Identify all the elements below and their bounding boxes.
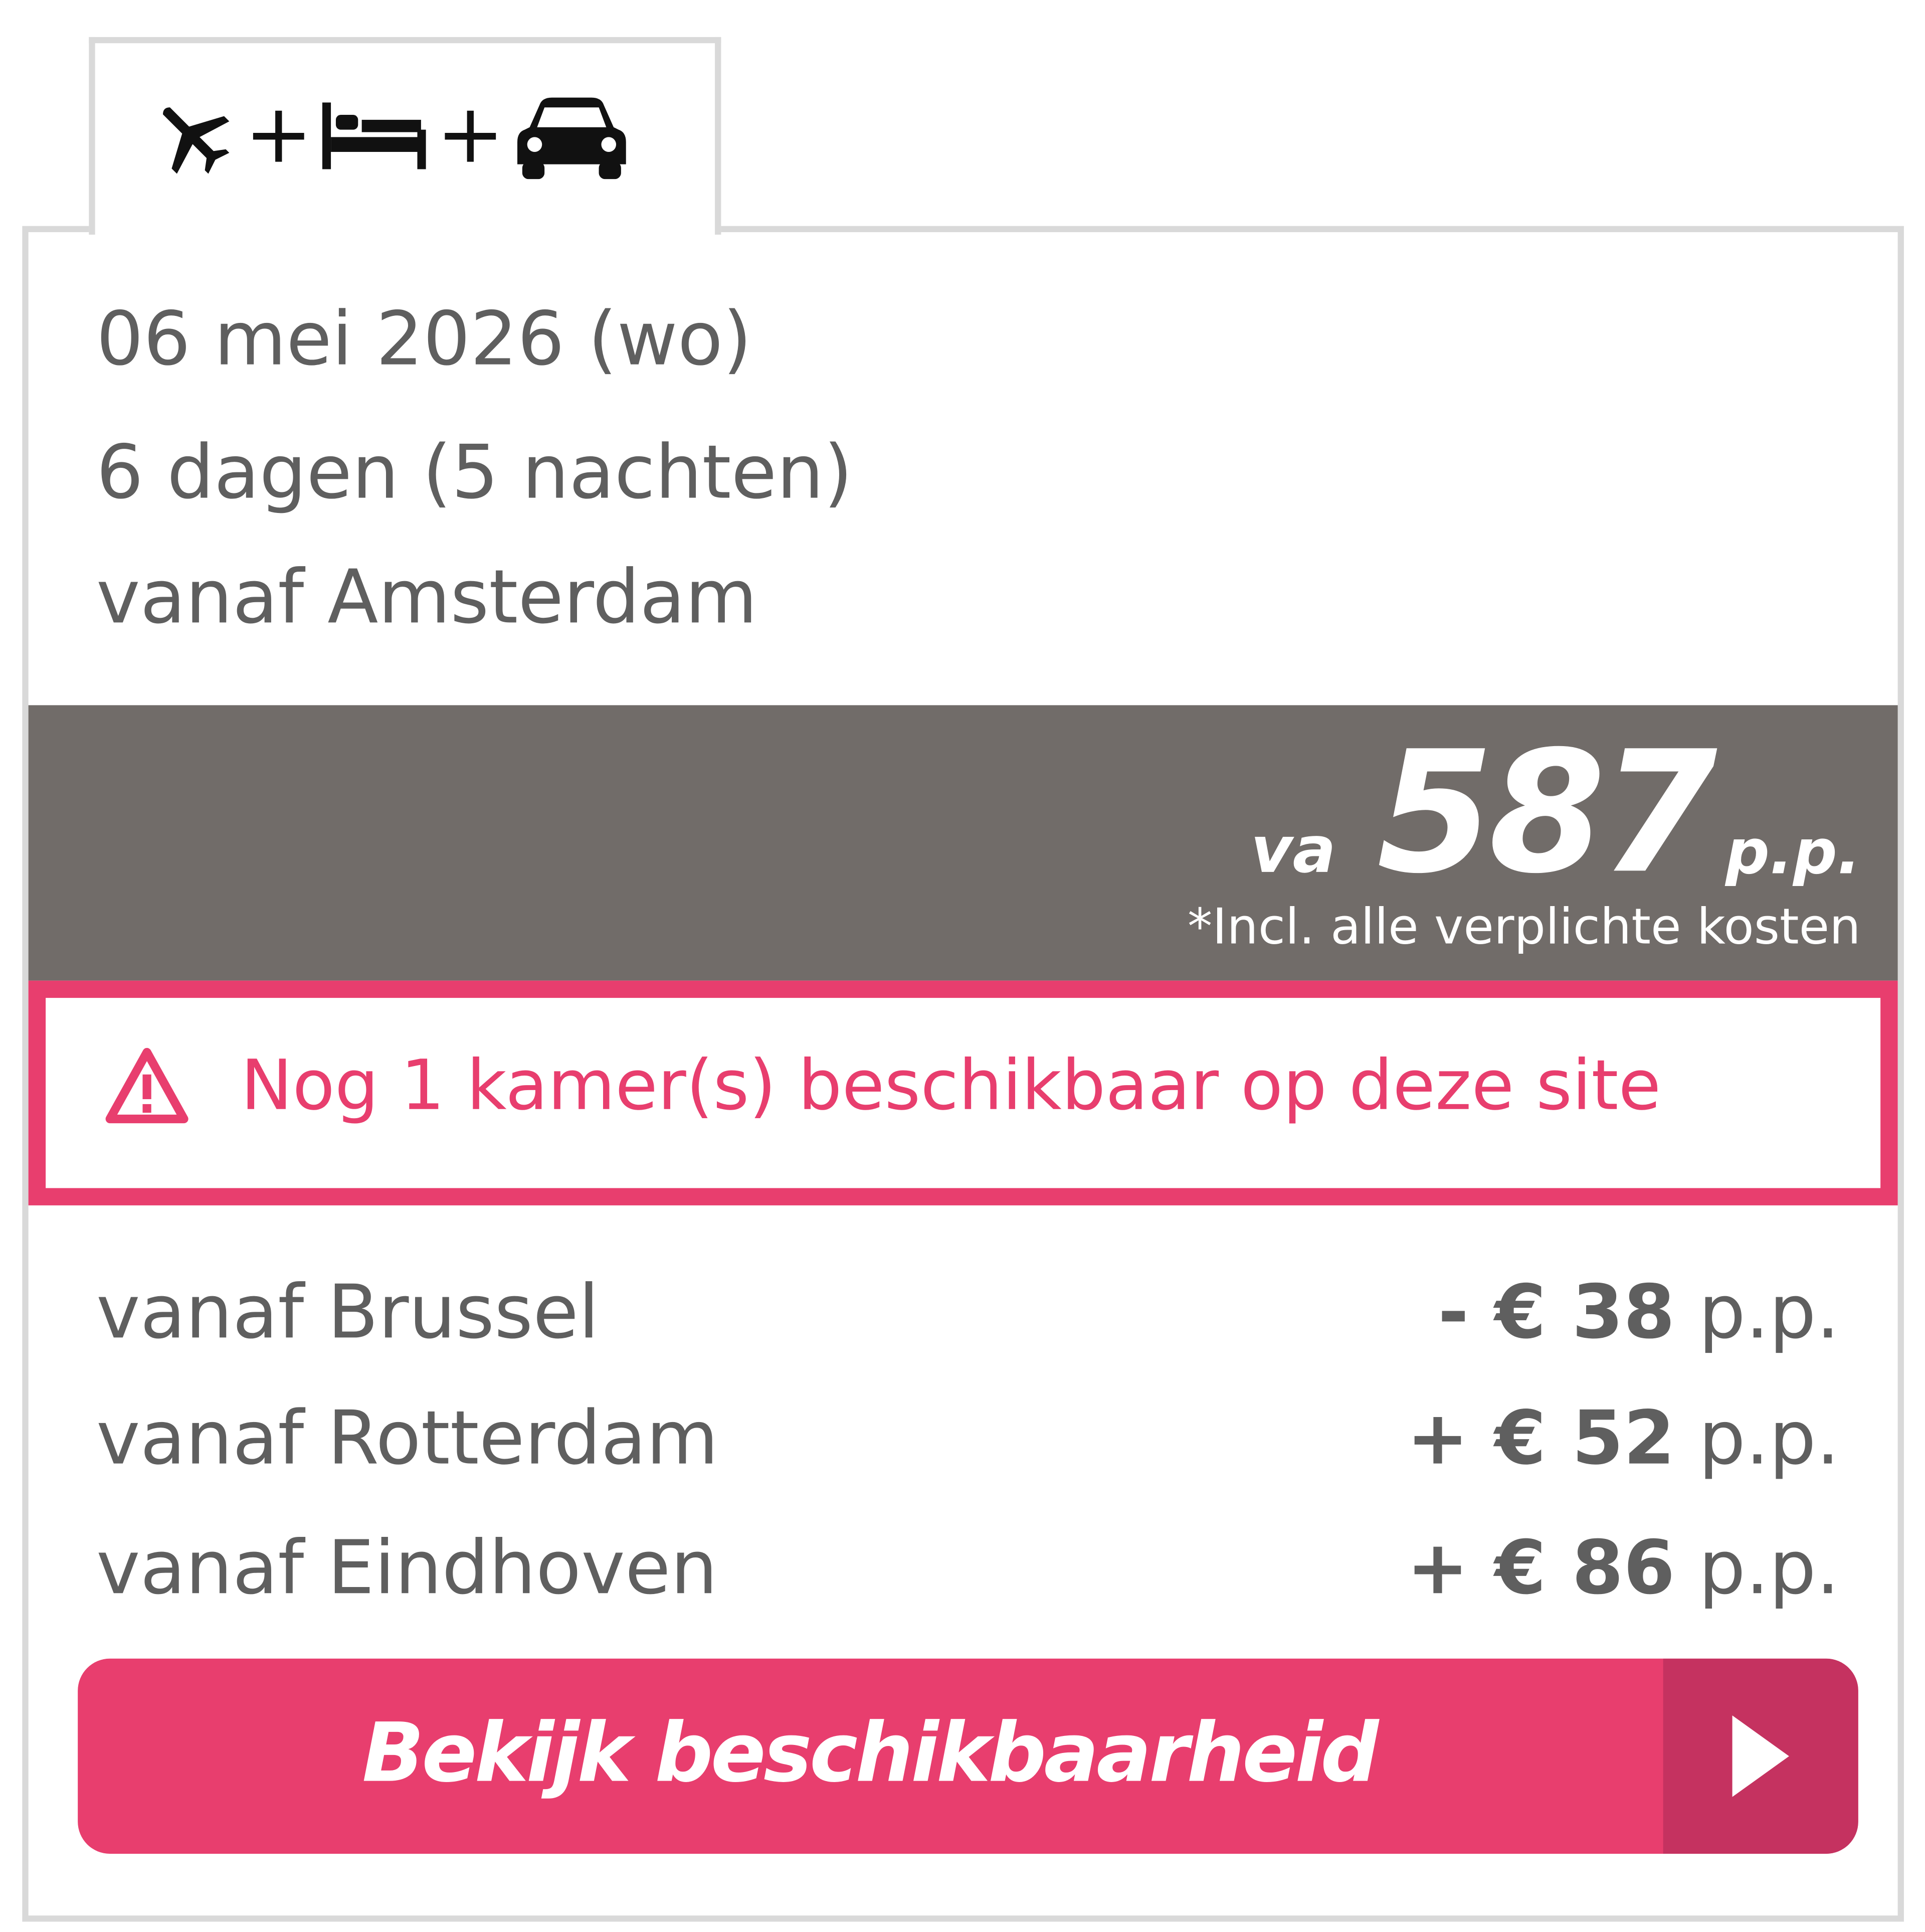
warning-icon [105,1047,188,1124]
travel-duration: 6 dagen (5 nachten) [96,430,853,516]
price-amount: 587 [1377,716,1718,912]
alternative-price: - € 38 p.p. [1438,1269,1840,1356]
plane-icon [163,107,230,174]
package-type-tab[interactable]: + + [89,37,721,235]
offer-card: 06 mei 2026 (wo) 6 dagen (5 nachten) van… [22,226,1904,1922]
list-item[interactable]: vanaf Rotterdam + € 52 p.p. [96,1402,1840,1488]
package-icons: + + [150,93,628,182]
plus-sign: + [436,86,505,182]
car-icon [517,97,626,180]
price-note: *Incl. alle verplichte kosten [1188,899,1861,956]
alternative-departure-label: vanaf Rotterdam [96,1395,719,1482]
price-suffix: p.p. [1725,816,1861,888]
availability-alert: Nog 1 kamer(s) beschikbaar op deze site [28,980,1898,1205]
price-prefix: va [1251,814,1336,888]
departure-city: vanaf Amsterdam [96,554,757,641]
plus-sign: + [244,86,313,182]
button-label: Bekijk beschikbaarheid [362,1705,1379,1801]
travel-date: 06 mei 2026 (wo) [96,296,752,383]
button-arrow [1663,1658,1858,1854]
offer-widget: + + 06 mei 2026 (wo) 6 dagen (5 nachten)… [0,0,1925,1932]
alert-text: Nog 1 kamer(s) beschikbaar op deze site [241,1046,1661,1127]
alternative-departure-label: vanaf Brussel [96,1269,600,1356]
alternative-departure-label: vanaf Eindhoven [96,1525,718,1612]
bed-icon [322,102,427,169]
list-item[interactable]: vanaf Brussel - € 38 p.p. [96,1276,1840,1362]
play-arrow-icon [1732,1715,1789,1797]
alternative-price: + € 52 p.p. [1407,1395,1840,1482]
alternative-price: + € 86 p.p. [1407,1525,1840,1612]
view-availability-button[interactable]: Bekijk beschikbaarheid [78,1658,1858,1854]
price-band: va 587 p.p. *Incl. alle verplichte koste… [28,705,1898,981]
list-item[interactable]: vanaf Eindhoven + € 86 p.p. [96,1531,1840,1618]
